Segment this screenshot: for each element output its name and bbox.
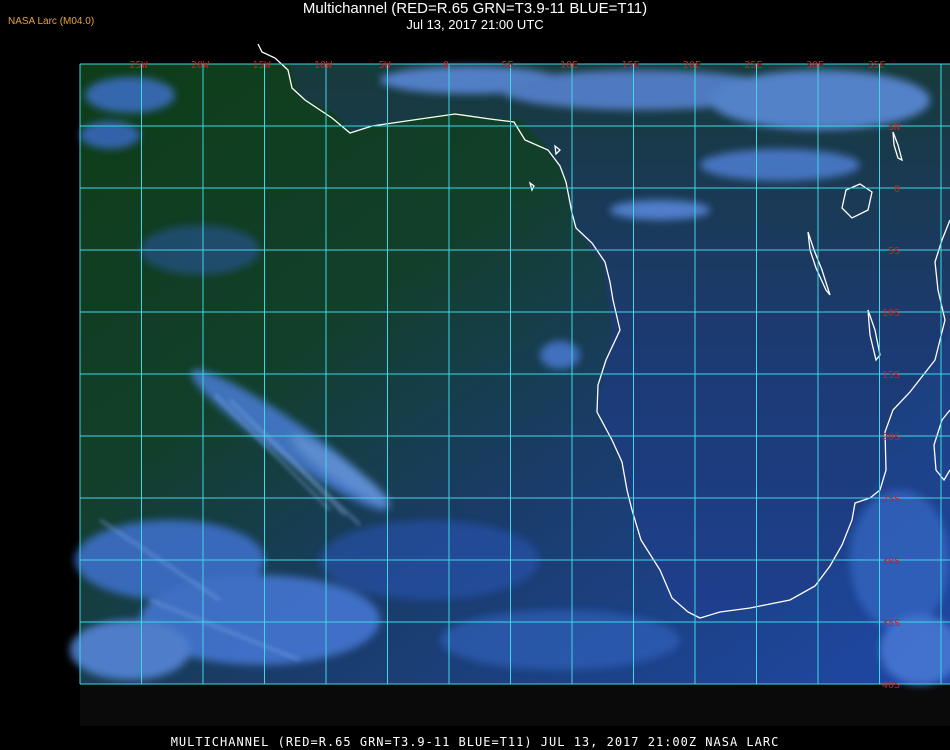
longitude-label: 25W	[129, 60, 148, 71]
latitude-label: 35S	[882, 618, 900, 629]
satellite-map: 25W 20W 15W 10W 5W 0 5E 10E 15E 20E 25E 30E 35E 5N 0 5S…	[70, 43, 950, 726]
latitude-label: 5N	[888, 122, 900, 133]
latitude-label: 5S	[888, 246, 900, 257]
longitude-label: 0	[443, 60, 449, 71]
longitude-label: 30E	[806, 60, 824, 71]
latitude-label: 30S	[882, 556, 900, 567]
latitude-label: 15S	[882, 370, 900, 381]
longitude-label: 10W	[314, 60, 333, 71]
footer-caption: MULTICHANNEL (RED=R.65 GRN=T3.9-11 BLUE=…	[170, 735, 780, 749]
longitude-label: 10E	[560, 60, 578, 71]
latitude-label: 25S	[882, 494, 900, 505]
longitude-label: 15E	[621, 60, 639, 71]
longitude-label: 25E	[744, 60, 762, 71]
longitude-label: 20E	[683, 60, 701, 71]
longitude-label: 5E	[501, 60, 513, 71]
longitude-label: 20W	[191, 60, 210, 71]
longitude-label: 5W	[378, 60, 391, 71]
latitude-label: 20S	[882, 432, 900, 443]
longitude-label: 15W	[252, 60, 271, 71]
latitude-label: 10S	[882, 308, 900, 319]
latitude-label: 0	[894, 184, 900, 195]
longitude-label: 35E	[867, 60, 885, 71]
latitude-label: 40S	[882, 680, 900, 691]
